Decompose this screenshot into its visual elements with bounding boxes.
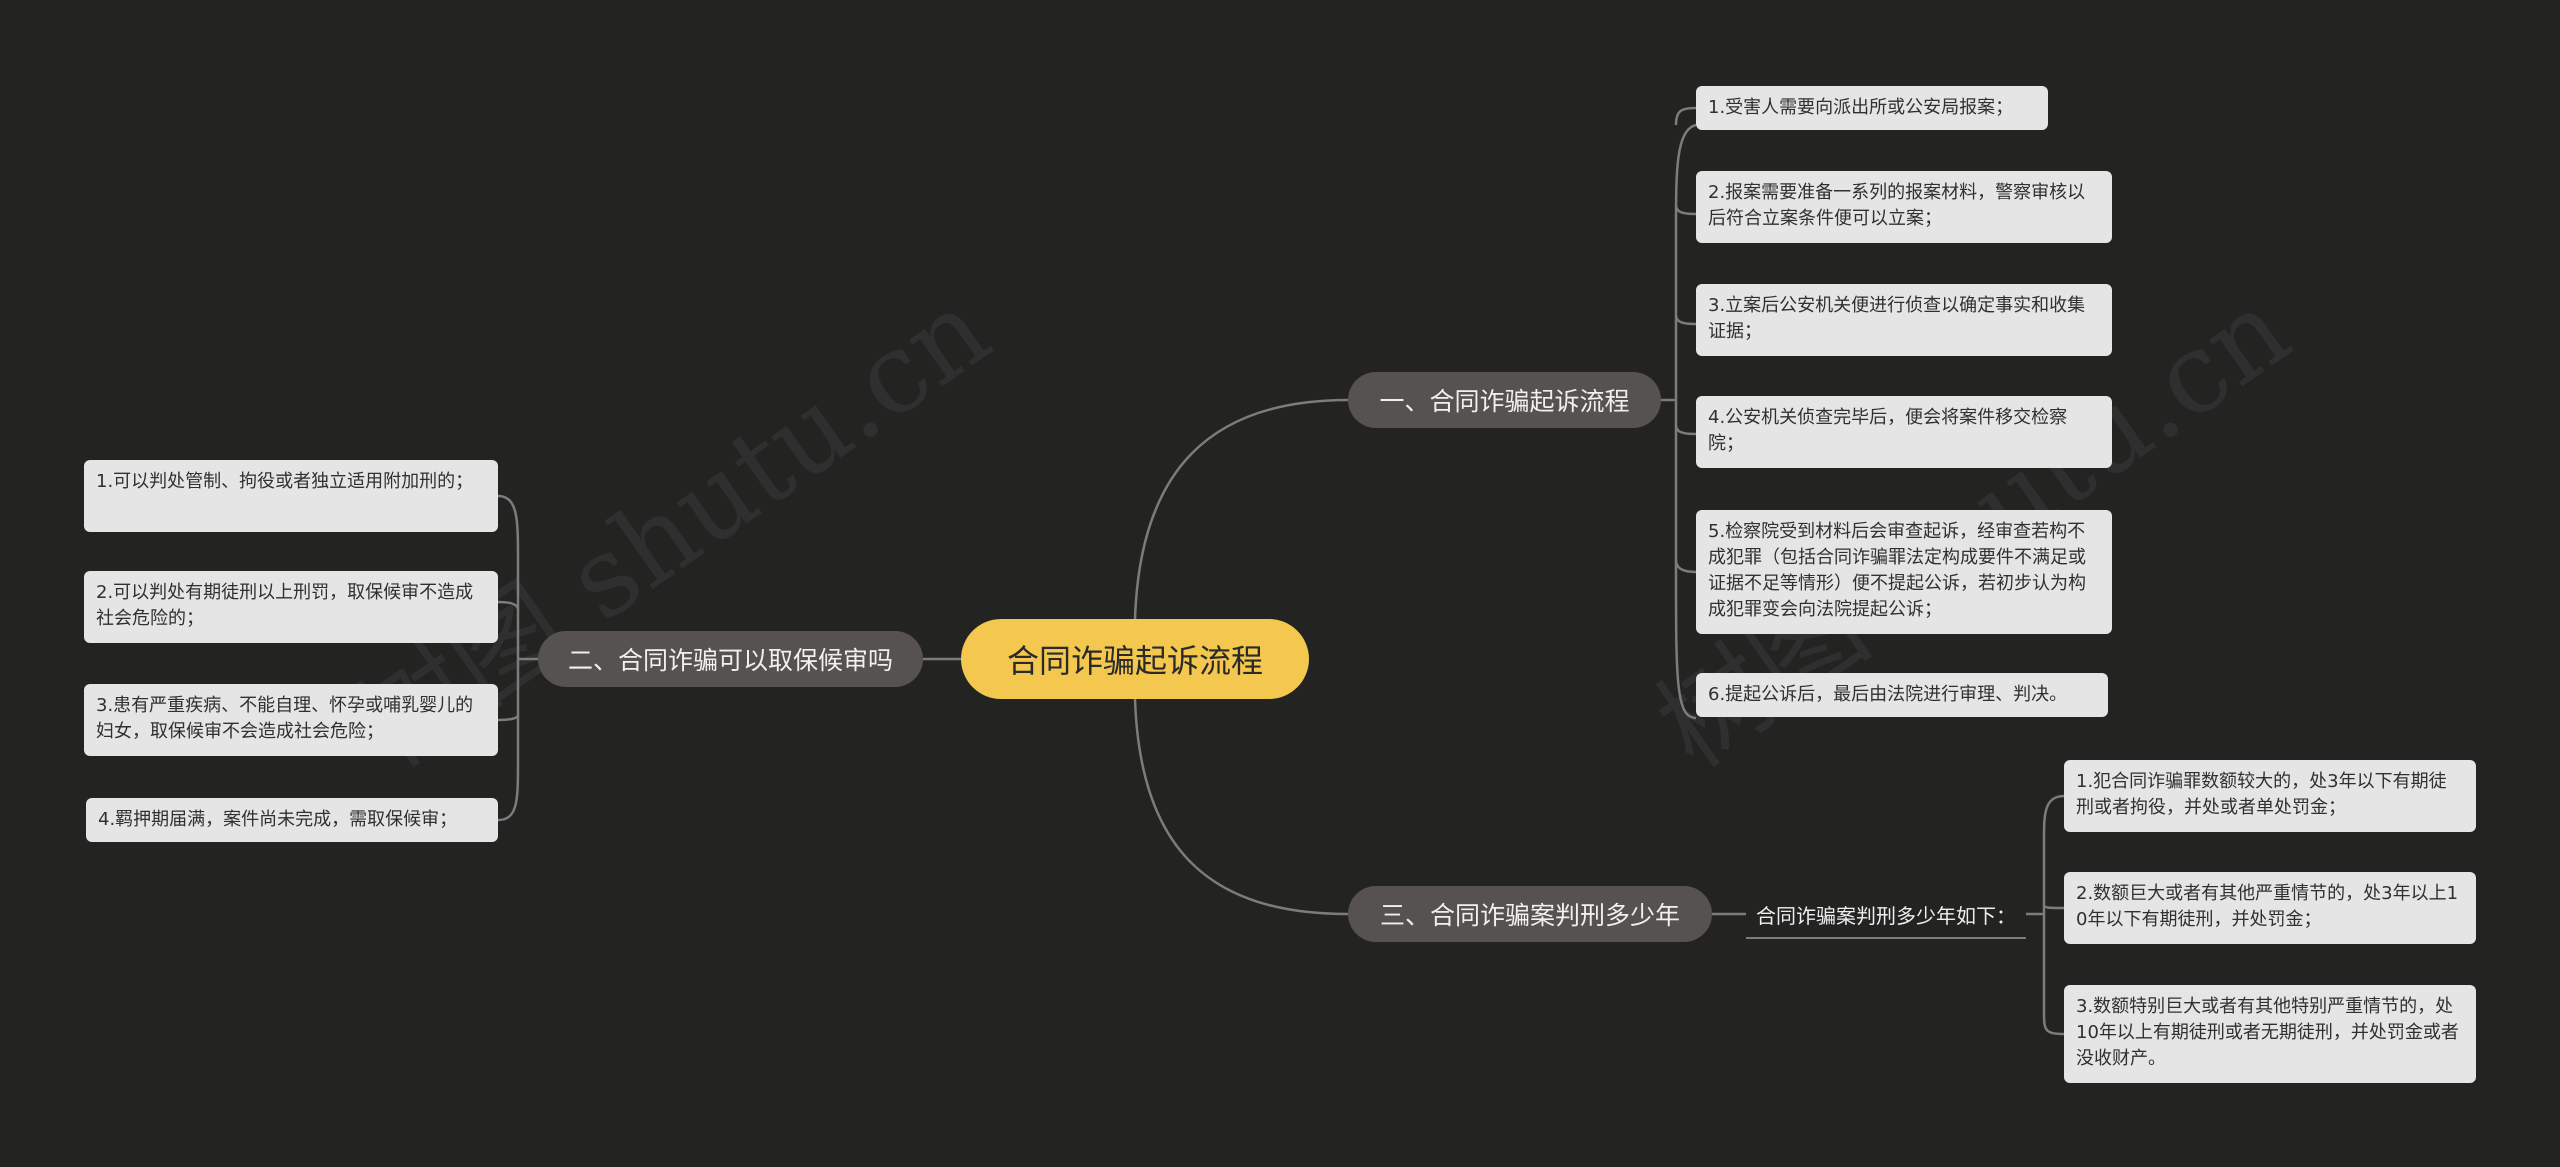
connector-root-branch-1 bbox=[1133, 398, 1349, 620]
list-item[interactable]: 3.立案后公安机关便进行侦查以确定事实和收集证据； bbox=[1696, 284, 2112, 356]
connector-branch-3-item-2 bbox=[2042, 904, 2065, 910]
connector-branch-2-items bbox=[497, 494, 520, 822]
branch-sentencing[interactable]: 三、合同诈骗案判刑多少年 bbox=[1348, 886, 1712, 942]
branch-bail-question[interactable]: 二、合同诈骗可以取保候审吗 bbox=[538, 631, 923, 687]
connector-branch-1-item-5 bbox=[1674, 559, 1697, 574]
connector-branch-1-item-3 bbox=[1674, 314, 1697, 326]
list-item[interactable]: 2.报案需要准备一系列的报案材料，警察审核以后符合立案条件便可以立案； bbox=[1696, 171, 2112, 243]
sentencing-subtopic[interactable]: 合同诈骗案判刑多少年如下： bbox=[1746, 891, 2026, 939]
list-item[interactable]: 4.公安机关侦查完毕后，便会将案件移交检察院； bbox=[1696, 396, 2112, 468]
list-item[interactable]: 1.受害人需要向派出所或公安局报案； bbox=[1696, 86, 2048, 130]
mind-map-canvas: 树图 shutu.cn 树图 shutu.cn bbox=[0, 0, 2560, 1167]
connector-branch-1-item-1-end bbox=[1674, 106, 1697, 126]
list-item[interactable]: 5.检察院受到材料后会审查起诉，经审查若构不成犯罪（包括合同诈骗罪法定构成要件不… bbox=[1696, 510, 2112, 634]
connector-branch-2-item-2 bbox=[497, 600, 520, 611]
list-item[interactable]: 1.可以判处管制、拘役或者独立适用附加刑的； bbox=[84, 460, 498, 532]
list-item[interactable]: 3.患有严重疾病、不能自理、怀孕或哺乳婴儿的妇女，取保候审不会造成社会危险； bbox=[84, 684, 498, 756]
connector-root-branch-3 bbox=[1133, 698, 1349, 916]
list-item[interactable]: 1.犯合同诈骗罪数额较大的，处3年以下有期徒刑或者拘役，并处或者单处罚金； bbox=[2064, 760, 2476, 832]
list-item[interactable]: 3.数额特别巨大或者有其他特别严重情节的，处10年以上有期徒刑或者无期徒刑，并处… bbox=[2064, 985, 2476, 1083]
list-item[interactable]: 2.可以判处有期徒刑以上刑罚，取保候审不造成社会危险的； bbox=[84, 571, 498, 643]
connector-branch-1-item-2 bbox=[1674, 204, 1697, 216]
central-topic[interactable]: 合同诈骗起诉流程 bbox=[961, 619, 1309, 699]
branch-prosecution-process[interactable]: 一、合同诈骗起诉流程 bbox=[1348, 372, 1661, 428]
list-item[interactable]: 2.数额巨大或者有其他严重情节的，处3年以上10年以下有期徒刑，并处罚金； bbox=[2064, 872, 2476, 944]
list-item[interactable]: 6.提起公诉后，最后由法院进行审理、判决。 bbox=[1696, 673, 2108, 717]
connector-branch-1-item-4 bbox=[1674, 424, 1697, 436]
connector-branch-3-items bbox=[2042, 794, 2065, 1036]
connector-branch-2-item-3 bbox=[497, 714, 520, 722]
list-item[interactable]: 4.羁押期届满，案件尚未完成，需取保候审； bbox=[86, 798, 498, 842]
